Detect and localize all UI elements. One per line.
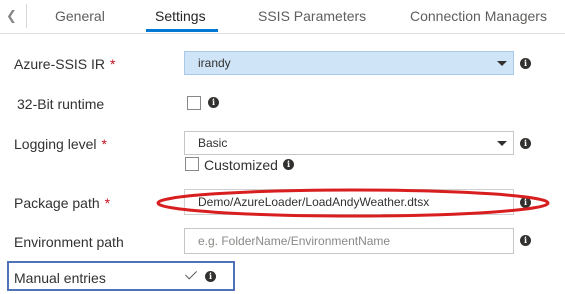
required-mark: *	[104, 195, 111, 211]
customized-checkbox[interactable]	[185, 157, 199, 171]
tab-general[interactable]: General	[55, 8, 105, 24]
azure-ssis-ir-label-text: Azure-SSIS IR	[14, 56, 106, 72]
package-path-value: Demo/AzureLoader/LoadAndyWeather.dtsx	[198, 195, 430, 209]
tab-bar: ❮ General Settings SSIS Parameters Conne…	[0, 0, 565, 34]
customized-label: Customized	[204, 157, 278, 173]
package-path-label-text: Package path	[14, 195, 100, 211]
info-icon[interactable]: i	[283, 159, 294, 170]
info-icon[interactable]: i	[520, 138, 531, 149]
azure-ssis-ir-value: irandy	[198, 56, 231, 70]
active-tab-indicator	[146, 29, 218, 32]
logging-level-value: Basic	[198, 136, 228, 150]
info-icon[interactable]: i	[520, 235, 531, 246]
chevron-down-icon[interactable]	[497, 61, 507, 66]
package-path-input[interactable]: Demo/AzureLoader/LoadAndyWeather.dtsx	[184, 189, 514, 215]
required-mark: *	[101, 136, 107, 152]
logging-level-select[interactable]: Basic	[184, 131, 514, 155]
tab-connection-managers[interactable]: Connection Managers	[410, 8, 547, 24]
tab-divider	[26, 4, 27, 28]
required-mark: *	[110, 56, 116, 72]
tab-ssis-parameters[interactable]: SSIS Parameters	[258, 8, 366, 24]
environment-path-label: Environment path	[14, 234, 124, 250]
checkmark-icon	[184, 267, 198, 280]
runtime-32bit-label: 32-Bit runtime	[17, 96, 105, 112]
environment-path-input[interactable]	[184, 228, 514, 254]
logging-level-label-text: Logging level	[14, 136, 97, 152]
manual-entries-checkbox[interactable]	[184, 267, 199, 283]
runtime-32bit-checkbox[interactable]	[187, 96, 201, 110]
azure-ssis-ir-label: Azure-SSIS IR *	[14, 56, 115, 72]
logging-level-label: Logging level *	[14, 136, 107, 152]
info-icon[interactable]: i	[205, 271, 216, 282]
info-icon[interactable]: i	[520, 197, 531, 208]
info-icon[interactable]: i	[208, 97, 219, 108]
chevron-left-icon[interactable]: ❮	[6, 7, 20, 25]
package-path-label: Package path *	[14, 195, 110, 211]
azure-ssis-ir-select[interactable]: irandy	[184, 51, 514, 75]
tab-settings[interactable]: Settings	[155, 8, 206, 24]
manual-entries-label: Manual entries	[14, 270, 106, 286]
chevron-down-icon[interactable]	[497, 141, 507, 146]
info-icon[interactable]: i	[520, 58, 531, 69]
